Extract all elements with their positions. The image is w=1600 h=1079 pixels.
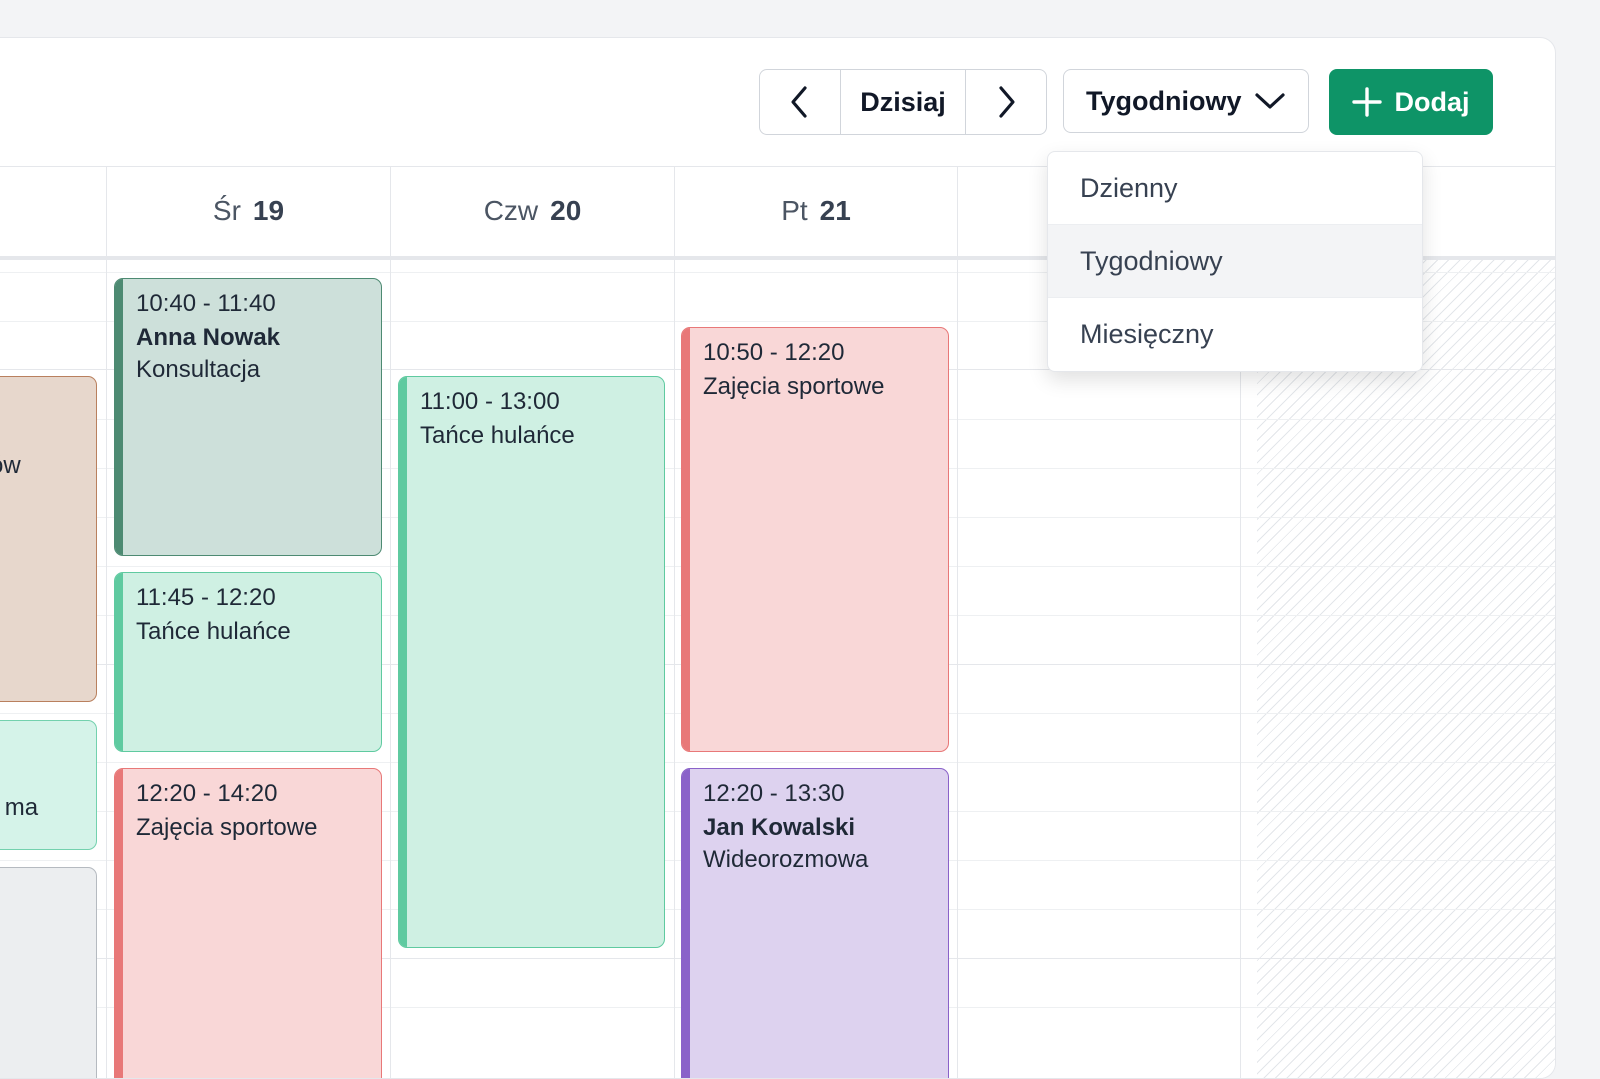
date-navigation: Dzisiaj xyxy=(759,69,1047,135)
event-color-bar xyxy=(399,377,407,947)
day-header-friday: Pt 21 xyxy=(675,166,957,256)
add-event-button[interactable]: Dodaj xyxy=(1329,69,1493,135)
day-column-divider xyxy=(390,166,391,1078)
event-title: włosów xyxy=(0,452,21,479)
event-time: 11:00 - 13:00 xyxy=(420,388,560,415)
event-card[interactable]: 12:20 - 14:20 Zajęcia sportowe xyxy=(114,768,382,1078)
event-card[interactable]: 10:40 - 11:40 Anna Nowak Konsultacja xyxy=(114,278,382,556)
view-select[interactable]: Tygodniowy xyxy=(1063,69,1309,133)
event-title: Zajęcia sportowe xyxy=(703,373,885,400)
event-card[interactable]: 10:50 - 12:20 Zajęcia sportowe xyxy=(681,327,949,752)
event-title: Konsultacja xyxy=(136,356,261,383)
event-card[interactable]: inu xyxy=(0,867,97,1078)
event-time: 12:20 - 14:20 xyxy=(136,780,278,807)
unavailable-day-area xyxy=(1257,260,1555,1078)
chevron-right-icon xyxy=(999,86,1015,118)
event-person: Anna Nowak xyxy=(136,324,281,351)
day-number: 20 xyxy=(550,195,582,226)
event-title: Zajęcia sportowe xyxy=(136,814,318,841)
day-column-divider xyxy=(957,166,958,1078)
event-person: Jan Kowalski xyxy=(703,814,856,841)
event-color-bar xyxy=(682,769,690,1078)
view-option-weekly[interactable]: Tygodniowy xyxy=(1048,225,1422,298)
event-time: 12:20 - 13:30 xyxy=(703,780,845,807)
event-title: Tańce hulańce xyxy=(420,422,575,449)
event-title: ęskie ma xyxy=(0,794,39,821)
event-card[interactable]: 12:20 - 13:30 Jan Kowalski Wideorozmowa xyxy=(681,768,949,1078)
add-event-label: Dodaj xyxy=(1394,86,1470,117)
event-time: 10:50 - 12:20 xyxy=(703,339,845,366)
chevron-left-icon xyxy=(791,86,807,118)
day-name: Pt xyxy=(781,195,808,226)
next-week-button[interactable] xyxy=(966,70,1046,134)
chevron-down-icon xyxy=(1255,93,1285,109)
view-dropdown-menu: Dzienny Tygodniowy Miesięczny xyxy=(1047,151,1423,372)
event-color-bar xyxy=(682,328,690,751)
view-select-label: Tygodniowy xyxy=(1086,85,1242,116)
event-card[interactable]: 11:45 - 12:20 Tańce hulańce xyxy=(114,572,382,752)
event-title: Tańce hulańce xyxy=(136,618,291,645)
plus-icon xyxy=(1352,87,1383,117)
event-color-bar xyxy=(115,573,123,751)
event-time: 11:45 - 12:20 xyxy=(136,584,276,611)
day-number: 21 xyxy=(819,195,851,226)
grid-line xyxy=(0,762,1555,763)
event-card[interactable]: włosów xyxy=(0,376,97,702)
event-color-bar xyxy=(115,279,123,555)
day-header-thursday: Czw 20 xyxy=(391,166,674,256)
event-color-bar xyxy=(115,769,123,1078)
day-column-divider xyxy=(106,166,107,1078)
view-option-monthly[interactable]: Miesięczny xyxy=(1048,298,1422,370)
today-button[interactable]: Dzisiaj xyxy=(841,70,966,134)
day-name: Czw xyxy=(483,195,539,226)
day-name: Śr xyxy=(212,195,241,226)
day-number: 19 xyxy=(252,195,285,226)
view-option-daily[interactable]: Dzienny xyxy=(1048,152,1422,225)
previous-week-button[interactable] xyxy=(760,70,841,134)
day-header-wednesday: Śr 19 xyxy=(107,166,390,256)
event-card[interactable]: 11:00 - 13:00 Tańce hulańce xyxy=(398,376,665,948)
event-card[interactable]: ęskie ma xyxy=(0,720,97,850)
event-time: 10:40 - 11:40 xyxy=(136,290,276,317)
calendar-toolbar: Dzisiaj Tygodniowy Dodaj xyxy=(0,38,1555,167)
day-column-divider xyxy=(674,166,675,1078)
event-title: Wideorozmowa xyxy=(703,846,869,873)
